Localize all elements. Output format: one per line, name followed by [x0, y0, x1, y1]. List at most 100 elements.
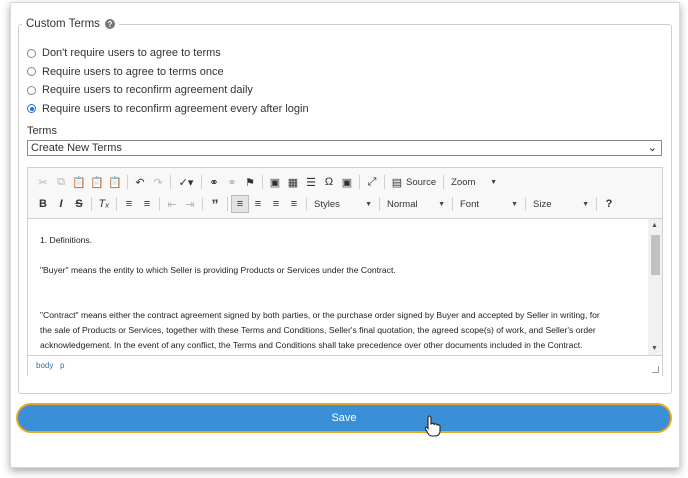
maximize-icon[interactable]: ⤢ [363, 173, 381, 191]
help-question-icon[interactable]: ? [600, 195, 618, 213]
size-label: Size [533, 198, 552, 210]
radio-option-every-login[interactable]: Require users to reconfirm agreement eve… [27, 100, 309, 119]
toolbar-separator [306, 197, 307, 211]
toolbar-row-1: ✂ ⧉ 📋 📋 📋 ↶ ↷ ✓▾ ⚭ ⚭ ⚑ ▣ ▦ ☰ Ω ▣ ⤢ ▤ Sou… [34, 172, 501, 192]
radio-label: Don't require users to agree to terms [42, 47, 221, 60]
zoom-label: Zoom [451, 176, 476, 188]
toolbar-separator [116, 197, 117, 211]
size-dropdown[interactable]: Size ▼ [529, 196, 593, 212]
dropdown-arrow-icon: ▼ [365, 200, 372, 208]
paste-icon[interactable]: 📋 [70, 173, 88, 191]
blockquote-icon[interactable]: ” [206, 195, 224, 213]
toolbar-separator [201, 175, 202, 189]
toolbar-separator [384, 175, 385, 189]
radio-button[interactable] [27, 67, 36, 77]
source-button[interactable]: Source [406, 174, 440, 190]
dropdown-arrow-icon: ▼ [511, 200, 518, 208]
link-icon[interactable]: ⚭ [205, 173, 223, 191]
toolbar-separator [127, 175, 128, 189]
terms-label: Terms [27, 125, 57, 137]
scrollbar-thumb[interactable] [651, 235, 660, 275]
undo-icon[interactable]: ↶ [131, 173, 149, 191]
toolbar-row-2: B I S Tₓ ≡ ≡ ⇤ ⇥ ” ≡ ≡ ≡ ≡ Styles ▼ Norm… [34, 194, 618, 214]
toolbar-separator [170, 175, 171, 189]
align-center-icon[interactable]: ≡ [249, 195, 267, 213]
radio-button[interactable] [27, 85, 36, 95]
table-icon[interactable]: ▦ [284, 173, 302, 191]
toolbar-separator [525, 197, 526, 211]
paste-word-icon[interactable]: 📋 [106, 173, 124, 191]
styles-label: Styles [314, 198, 340, 210]
path-p[interactable]: p [60, 361, 64, 370]
dropdown-arrow-icon: ▼ [490, 178, 498, 186]
paste-text-icon[interactable]: 📋 [88, 173, 106, 191]
strikethrough-icon[interactable]: S [70, 195, 88, 213]
content-line: acknowledgement. In the event of any con… [40, 340, 583, 350]
toolbar-separator [359, 175, 360, 189]
italic-icon[interactable]: I [52, 195, 70, 213]
toolbar-separator [91, 197, 92, 211]
increase-indent-icon[interactable]: ⇥ [181, 195, 199, 213]
terms-select-value: Create New Terms [31, 142, 122, 154]
content-line: 1. Definitions. [40, 235, 93, 245]
toolbar-separator [596, 197, 597, 211]
cut-icon[interactable]: ✂ [34, 173, 52, 191]
align-left-icon[interactable]: ≡ [231, 195, 249, 213]
source-icon[interactable]: ▤ [388, 173, 406, 191]
chevron-down-icon: ⌄ [647, 142, 657, 154]
toolbar-separator [452, 197, 453, 211]
scroll-down-icon[interactable]: ▼ [651, 345, 658, 352]
save-button[interactable]: Save [16, 403, 672, 433]
editor-content[interactable]: 1. Definitions. "Buyer" means the entity… [28, 219, 648, 355]
special-char-omega-icon[interactable]: Ω [320, 173, 338, 191]
font-dropdown[interactable]: Font ▼ [456, 196, 522, 212]
scroll-up-icon[interactable]: ▲ [651, 222, 658, 229]
image-icon[interactable]: ▣ [266, 173, 284, 191]
terms-select[interactable]: Create New Terms ⌄ [27, 140, 662, 156]
redo-icon[interactable]: ↷ [149, 173, 167, 191]
radio-option-daily[interactable]: Require users to reconfirm agreement dai… [27, 81, 309, 100]
anchor-flag-icon[interactable]: ⚑ [241, 173, 259, 191]
dropdown-arrow-icon: ▼ [438, 200, 445, 208]
path-body[interactable]: body [36, 361, 53, 370]
copy-icon[interactable]: ⧉ [52, 173, 70, 191]
hand-cursor-icon [424, 415, 441, 437]
editor-scrollbar[interactable]: ▲ ▼ [648, 219, 662, 355]
content-line [40, 293, 636, 308]
styles-dropdown[interactable]: Styles ▼ [310, 196, 376, 212]
content-line [40, 278, 636, 293]
insert-image-icon[interactable]: ▣ [338, 173, 356, 191]
remove-format-icon[interactable]: Tₓ [95, 195, 113, 213]
content-line: the sale of Products or Services, togeth… [40, 325, 596, 335]
decrease-indent-icon[interactable]: ⇤ [163, 195, 181, 213]
toolbar-separator [202, 197, 203, 211]
agreement-radio-group: Don't require users to agree to terms Re… [27, 44, 309, 118]
legend-title: Custom Terms [26, 18, 100, 30]
bold-icon[interactable]: B [34, 195, 52, 213]
radio-button-selected[interactable] [27, 104, 36, 114]
format-dropdown[interactable]: Normal ▼ [383, 196, 449, 212]
rich-text-editor: ✂ ⧉ 📋 📋 📋 ↶ ↷ ✓▾ ⚭ ⚭ ⚑ ▣ ▦ ☰ Ω ▣ ⤢ ▤ Sou… [27, 167, 663, 376]
toolbar-separator [443, 175, 445, 189]
radio-label: Require users to reconfirm agreement dai… [42, 84, 253, 97]
numbered-list-icon[interactable]: ≡ [120, 195, 138, 213]
spellcheck-icon[interactable]: ✓▾ [174, 173, 198, 191]
content-line: "Buyer" means the entity to which Seller… [40, 265, 396, 275]
zoom-dropdown[interactable]: Zoom ▼ [447, 174, 501, 190]
resize-grip-icon[interactable] [652, 366, 659, 373]
dropdown-arrow-icon: ▼ [582, 200, 589, 208]
align-right-icon[interactable]: ≡ [267, 195, 285, 213]
help-icon[interactable]: ? [104, 19, 115, 29]
content-line [40, 248, 636, 263]
content-line: "Contract" means either the contract agr… [40, 310, 600, 320]
radio-button[interactable] [27, 48, 36, 58]
radio-option-no-require[interactable]: Don't require users to agree to terms [27, 44, 309, 63]
align-justify-icon[interactable]: ≡ [285, 195, 303, 213]
toolbar-separator [379, 197, 380, 211]
radio-option-once[interactable]: Require users to agree to terms once [27, 63, 309, 82]
format-label: Normal [387, 198, 418, 210]
bulleted-list-icon[interactable]: ≡ [138, 195, 156, 213]
unlink-icon[interactable]: ⚭ [223, 173, 241, 191]
horizontal-line-icon[interactable]: ☰ [302, 173, 320, 191]
radio-label: Require users to reconfirm agreement eve… [42, 102, 309, 115]
